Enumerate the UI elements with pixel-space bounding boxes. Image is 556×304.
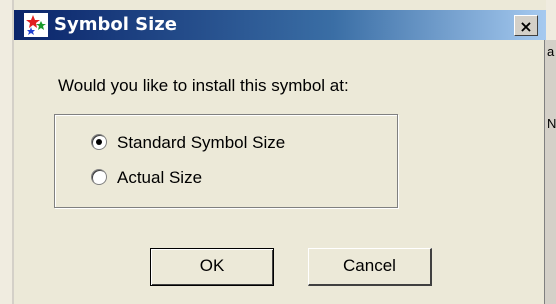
close-button[interactable]: × bbox=[514, 15, 538, 36]
app-star-icon bbox=[24, 13, 48, 37]
cancel-button[interactable]: Cancel bbox=[308, 248, 432, 286]
close-icon: × bbox=[519, 17, 533, 36]
edge-text-1: a bbox=[547, 44, 555, 59]
dialog-title: Symbol Size bbox=[54, 14, 177, 35]
background-window-edge: a N bbox=[544, 40, 556, 304]
size-option-group: Standard Symbol Size Actual Size bbox=[54, 114, 398, 208]
dialog-titlebar[interactable]: Symbol Size × bbox=[14, 10, 546, 40]
edge-text-2: N bbox=[547, 116, 556, 131]
radio-unchecked-icon[interactable] bbox=[91, 169, 107, 185]
radio-label-actual: Actual Size bbox=[117, 168, 203, 187]
symbol-size-dialog: Symbol Size × Would you like to install … bbox=[12, 0, 546, 304]
ok-button[interactable]: OK bbox=[150, 248, 274, 286]
install-prompt: Would you like to install this symbol at… bbox=[58, 76, 349, 95]
radio-option-standard[interactable]: Standard Symbol Size bbox=[91, 133, 285, 153]
radio-option-actual[interactable]: Actual Size bbox=[91, 168, 202, 188]
radio-label-standard: Standard Symbol Size bbox=[117, 133, 286, 152]
radio-checked-icon[interactable] bbox=[91, 134, 107, 150]
